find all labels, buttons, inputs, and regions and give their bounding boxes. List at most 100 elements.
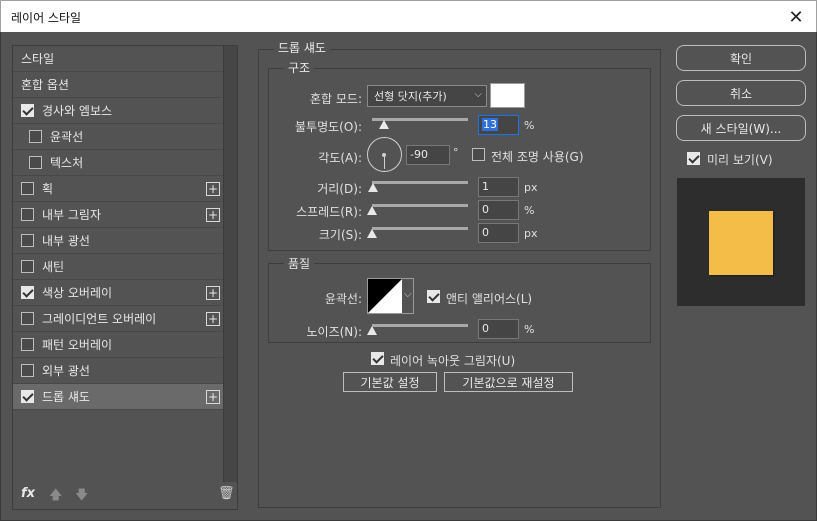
add-icon[interactable]: +	[206, 208, 220, 222]
new-style-button[interactable]: 새 스타일(W)...	[676, 115, 806, 141]
style-item[interactable]: 그레이디언트 오버레이 +	[13, 306, 224, 332]
style-item[interactable]: 외부 광선	[13, 358, 224, 384]
style-checkbox[interactable]	[21, 260, 34, 273]
trash-icon[interactable]: 🗑	[218, 486, 235, 501]
style-item-label: 새틴	[42, 260, 65, 274]
knockout-label: 레이어 녹아웃 그림자(U)	[390, 354, 516, 368]
distance-input[interactable]: 1	[478, 177, 519, 197]
style-item-label: 스타일	[21, 52, 55, 66]
style-item[interactable]: 텍스처	[13, 150, 224, 176]
style-item-label: 획	[42, 182, 54, 196]
styles-toolbar: fx 🡅 🡇 🗑	[13, 481, 237, 509]
style-item[interactable]: 새틴	[13, 254, 224, 280]
opacity-label: 불투명도(O):	[294, 120, 362, 134]
angle-input[interactable]: -90	[406, 145, 450, 165]
knockout-checkbox[interactable]	[371, 352, 384, 365]
style-item-label: 텍스처	[50, 156, 84, 170]
blend-color-swatch[interactable]	[490, 83, 525, 108]
opacity-unit: %	[524, 119, 535, 132]
preview-thumbnail	[677, 178, 805, 306]
style-item[interactable]: 패턴 오버레이	[13, 332, 224, 358]
noise-label: 노이즈(N):	[306, 325, 362, 339]
style-item[interactable]: 내부 광선	[13, 228, 224, 254]
spread-label: 스프레드(R):	[296, 205, 362, 219]
distance-unit: px	[524, 181, 538, 194]
move-down-icon[interactable]: 🡇	[75, 486, 88, 508]
fx-icon[interactable]: fx	[21, 486, 35, 501]
angle-dial[interactable]	[367, 137, 402, 172]
spread-input[interactable]: 0	[478, 200, 519, 220]
spread-unit: %	[524, 204, 535, 217]
opacity-input[interactable]: 13	[478, 115, 519, 135]
style-item[interactable]: 색상 오버레이 +	[13, 280, 224, 306]
style-checkbox[interactable]	[21, 104, 34, 117]
style-checkbox[interactable]	[21, 208, 34, 221]
angle-unit: °	[453, 146, 459, 159]
reset-default-button[interactable]: 기본값으로 재설정	[444, 372, 573, 392]
structure-legend: 구조	[284, 59, 315, 76]
blend-mode-select[interactable]: 선형 닷지(추가) ⌵	[367, 85, 487, 107]
style-checkbox[interactable]	[21, 312, 34, 325]
global-light-label: 전체 조명 사용(G)	[491, 150, 584, 164]
style-item[interactable]: 드롭 섀도 +	[13, 384, 224, 410]
style-item[interactable]: 스타일	[13, 46, 224, 72]
title-bar: 레이어 스타일 ✕	[0, 0, 817, 32]
style-item[interactable]: 획 +	[13, 176, 224, 202]
style-item[interactable]: 내부 그림자 +	[13, 202, 224, 228]
contour-picker[interactable]: ⌵	[367, 278, 414, 314]
spread-slider[interactable]	[372, 204, 468, 207]
size-slider-thumb[interactable]	[367, 229, 377, 238]
distance-slider-thumb[interactable]	[368, 183, 378, 192]
style-checkbox[interactable]	[29, 156, 42, 169]
style-checkbox[interactable]	[21, 364, 34, 377]
distance-slider[interactable]	[372, 181, 468, 184]
opacity-slider-thumb[interactable]	[379, 120, 389, 129]
noise-input[interactable]: 0	[478, 319, 519, 339]
style-checkbox[interactable]	[21, 390, 34, 403]
style-checkbox[interactable]	[21, 182, 34, 195]
style-item-label: 혼합 옵션	[21, 78, 69, 92]
preview-swatch	[709, 211, 773, 275]
contour-label: 윤곽선:	[324, 292, 362, 306]
style-checkbox[interactable]	[21, 338, 34, 351]
style-item[interactable]: 윤곽선	[13, 124, 224, 150]
ok-button[interactable]: 확인	[676, 45, 806, 71]
blend-mode-label: 혼합 모드:	[309, 92, 362, 106]
style-item-label: 윤곽선	[50, 130, 84, 144]
move-up-icon[interactable]: 🡅	[49, 486, 62, 508]
noise-unit: %	[524, 323, 535, 336]
window-title: 레이어 스타일	[11, 11, 82, 25]
add-icon[interactable]: +	[206, 390, 220, 404]
size-input[interactable]: 0	[478, 223, 519, 243]
panel-title: 드롭 섀도	[274, 39, 330, 56]
add-icon[interactable]: +	[206, 312, 220, 326]
antialias-checkbox[interactable]	[427, 290, 440, 303]
contour-curve-icon	[368, 279, 402, 313]
cancel-button[interactable]: 취소	[676, 80, 806, 106]
contour-chevron-icon: ⌵	[404, 289, 412, 300]
style-checkbox[interactable]	[21, 234, 34, 247]
styles-panel: 스타일 혼합 옵션 경사와 엠보스 윤곽선 텍스처 획 + 내부 그림자 + 내부 광선 새틴 색상 …	[12, 45, 238, 510]
noise-slider[interactable]	[372, 324, 468, 327]
style-checkbox[interactable]	[21, 286, 34, 299]
style-item[interactable]: 경사와 엠보스	[13, 98, 224, 124]
style-item-label: 그레이디언트 오버레이	[42, 312, 157, 326]
add-icon[interactable]: +	[206, 182, 220, 196]
add-icon[interactable]: +	[206, 286, 220, 300]
make-default-button[interactable]: 기본값 설정	[343, 372, 437, 392]
preview-label: 미리 보기(V)	[707, 153, 773, 167]
close-icon[interactable]: ✕	[784, 5, 808, 29]
global-light-checkbox[interactable]	[472, 148, 485, 161]
style-item[interactable]: 혼합 옵션	[13, 72, 224, 98]
style-checkbox[interactable]	[29, 130, 42, 143]
size-unit: px	[524, 227, 538, 240]
antialias-label: 앤티 앨리어스(L)	[446, 292, 533, 306]
spread-slider-thumb[interactable]	[367, 206, 377, 215]
style-item-label: 색상 오버레이	[42, 286, 113, 300]
styles-scrollbar[interactable]	[223, 46, 237, 482]
style-item-label: 패턴 오버레이	[42, 338, 113, 352]
size-slider[interactable]	[372, 227, 468, 230]
preview-checkbox[interactable]	[687, 152, 700, 165]
style-item-label: 내부 광선	[42, 234, 90, 248]
noise-slider-thumb[interactable]	[367, 326, 377, 335]
